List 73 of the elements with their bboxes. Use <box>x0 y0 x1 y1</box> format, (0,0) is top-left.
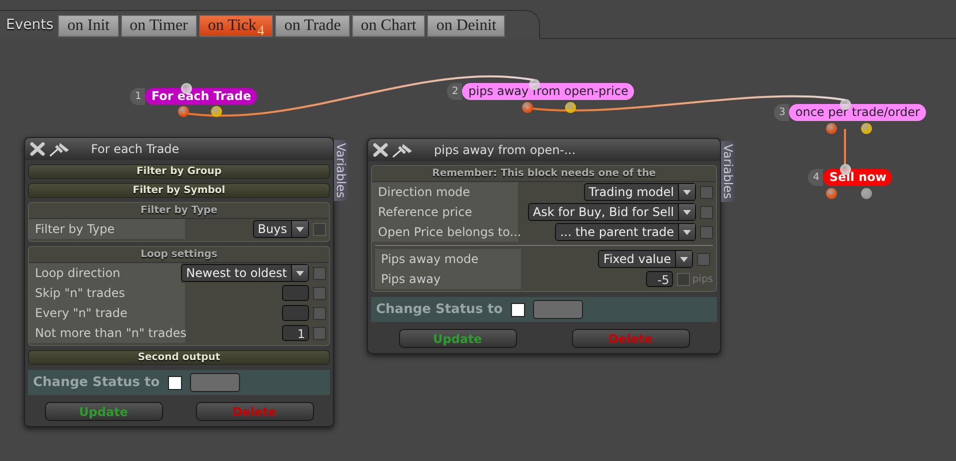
checkbox[interactable] <box>313 326 326 340</box>
status-color-field[interactable] <box>532 300 583 319</box>
field-label: Reference price <box>372 202 518 222</box>
event-tab[interactable]: on Timer <box>120 15 197 37</box>
event-tab[interactable]: on Init <box>58 15 119 37</box>
node-label[interactable]: pips away from open-price <box>462 83 634 100</box>
dropdown[interactable]: Ask for Buy, Bid for Sell <box>528 203 696 221</box>
dropdown[interactable]: Newest to oldest <box>181 264 309 282</box>
dropdown[interactable]: Trading model <box>584 183 696 201</box>
checkbox[interactable] <box>697 252 710 266</box>
connector-dot[interactable] <box>861 123 872 134</box>
node-label[interactable]: Sell now <box>823 169 892 186</box>
close-icon[interactable] <box>30 142 45 156</box>
panel-title: pips away from open-... <box>434 143 576 157</box>
connector-dot[interactable] <box>522 102 533 113</box>
checkbox[interactable] <box>313 266 326 280</box>
section-header[interactable]: Filter by Group <box>28 164 330 179</box>
checkbox[interactable] <box>700 186 713 198</box>
caret-icon <box>296 270 304 276</box>
status-color-field[interactable] <box>190 373 240 392</box>
close-icon[interactable] <box>373 143 388 157</box>
section-header[interactable]: Filter by Symbol <box>28 183 330 198</box>
field-label: Skip "n" trades <box>29 283 185 303</box>
connector-dot[interactable] <box>178 106 189 117</box>
connector-dot[interactable] <box>826 188 837 199</box>
unit-label: pips <box>692 274 713 284</box>
variables-tab[interactable]: Variables <box>721 141 735 202</box>
node-number: 3 <box>774 104 790 121</box>
node-label[interactable]: once per trade/order <box>789 104 926 121</box>
caret-icon <box>680 256 688 262</box>
caret-icon <box>296 226 304 232</box>
variables-tab[interactable]: Variables <box>334 140 348 201</box>
field-label: Pips away <box>375 269 521 289</box>
connector-dot[interactable] <box>211 106 222 117</box>
node-number: 4 <box>808 169 824 186</box>
event-tab[interactable]: on Deinit <box>427 15 506 37</box>
checkbox[interactable] <box>313 306 326 320</box>
field-label: Direction mode <box>372 182 518 202</box>
node-number: 1 <box>130 88 146 105</box>
checkbox[interactable] <box>700 226 713 238</box>
field-label: Every "n" trade <box>29 303 185 323</box>
field-label: Not more than "n" trades <box>29 323 185 343</box>
dropdown[interactable]: Fixed value <box>598 250 693 268</box>
connector-dot[interactable] <box>840 99 851 110</box>
checkbox[interactable] <box>510 302 525 316</box>
number-field[interactable] <box>282 285 309 301</box>
dropdown[interactable]: ... the parent trade <box>555 223 696 241</box>
connector-dot[interactable] <box>861 188 872 199</box>
field-label: Loop direction <box>29 263 182 283</box>
event-tab[interactable]: on Chart <box>352 15 426 37</box>
number-field[interactable] <box>282 305 309 321</box>
caret-icon <box>683 230 691 234</box>
caret-icon <box>683 190 691 194</box>
panel-title: For each Trade <box>91 142 180 156</box>
node-label[interactable]: For each Trade <box>145 88 258 105</box>
checkbox[interactable] <box>700 206 713 218</box>
event-tab[interactable]: on Tick$_{4}$ <box>198 15 274 37</box>
status-label: Change Status to <box>376 302 503 317</box>
event-tab[interactable]: on Trade <box>275 15 350 37</box>
number-field[interactable]: 1 <box>282 325 309 341</box>
status-label: Change Status to <box>33 375 160 390</box>
events-label: Events <box>5 16 54 33</box>
connector-dot[interactable] <box>826 123 837 134</box>
field-label: Filter by Type <box>29 219 185 239</box>
node-number: 2 <box>447 83 462 100</box>
checkbox[interactable] <box>168 376 182 390</box>
caret-icon <box>683 210 691 214</box>
field-label: Open Price belongs to... <box>372 222 518 242</box>
section-header[interactable]: Second output <box>28 350 330 365</box>
connector-dot[interactable] <box>565 102 576 113</box>
checkbox[interactable] <box>313 286 326 300</box>
connector-line <box>844 129 846 165</box>
field-label: Pips away mode <box>375 249 521 269</box>
